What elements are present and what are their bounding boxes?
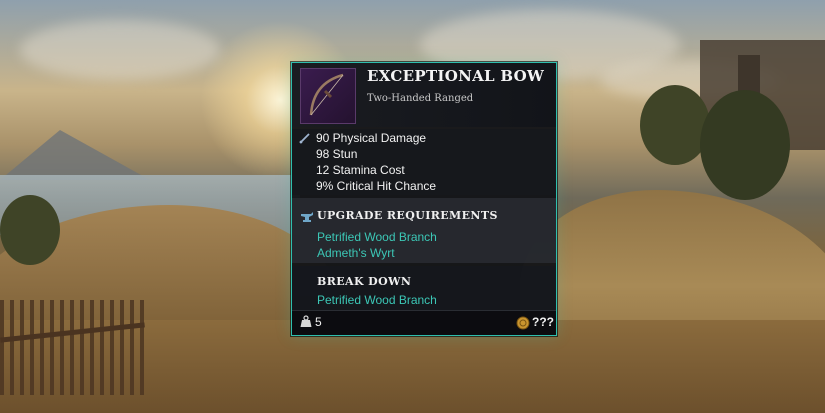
item-type: Two-Handed Ranged <box>367 93 474 104</box>
coin-icon <box>516 316 530 330</box>
stat-physical-damage: 90 Physical Damage <box>316 131 427 145</box>
cloud <box>20 20 220 80</box>
wooden-fence <box>0 300 145 395</box>
breakdown-title: BREAK DOWN <box>317 275 412 288</box>
tree <box>700 90 790 200</box>
item-weight: 5 <box>315 315 322 329</box>
tree <box>0 195 60 265</box>
weight-icon <box>300 315 312 327</box>
stat-critical-chance: 9% Critical Hit Chance <box>316 179 437 193</box>
stat-stun: 98 Stun <box>316 147 358 161</box>
upgrade-requirement-item: Admeth's Wyrt <box>317 246 395 260</box>
anvil-icon <box>301 212 313 222</box>
breakdown-item: Petrified Wood Branch <box>317 293 437 307</box>
item-tooltip: EXCEPTIONAL BOW Two-Handed Ranged 90 Phy… <box>291 62 557 336</box>
item-name: EXCEPTIONAL BOW <box>367 67 545 85</box>
bow-icon <box>309 73 344 116</box>
item-price: ??? <box>532 315 554 329</box>
upgrade-requirement-item: Petrified Wood Branch <box>317 230 437 244</box>
stat-stamina-cost: 12 Stamina Cost <box>316 163 405 177</box>
upgrade-requirements-title: UPGRADE REQUIREMENTS <box>317 209 498 222</box>
distant-mountain <box>0 130 150 180</box>
tooltip-header: EXCEPTIONAL BOW Two-Handed Ranged <box>292 63 556 127</box>
sword-icon <box>299 133 310 144</box>
item-thumbnail <box>300 68 356 124</box>
castle-tower <box>738 55 760 95</box>
